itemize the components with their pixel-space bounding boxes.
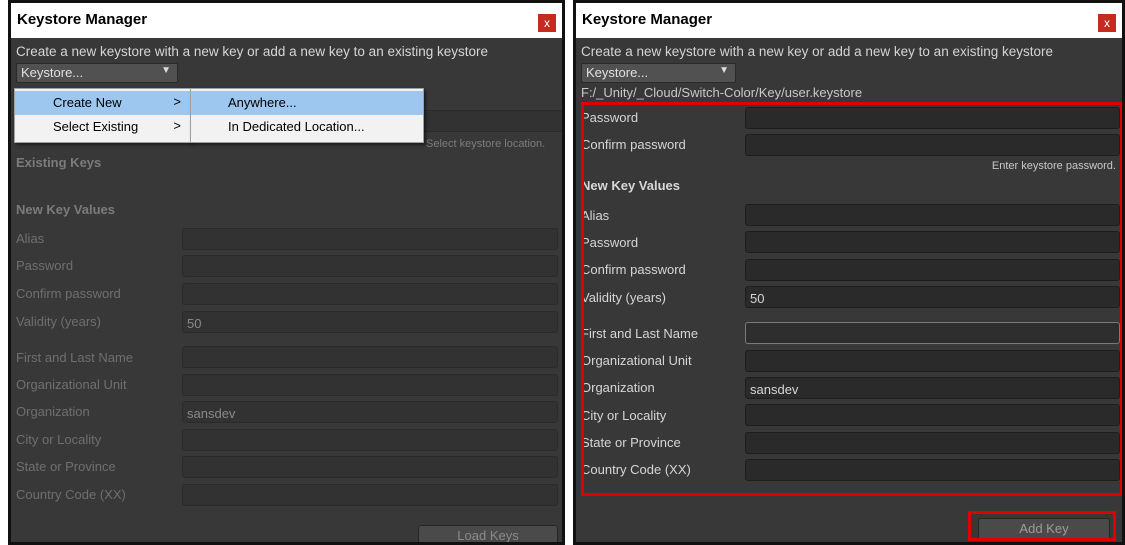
left-org-unit-label: Organizational Unit xyxy=(16,377,127,392)
left-organization-label: Organization xyxy=(16,404,90,419)
left-confirm-password-label: Confirm password xyxy=(16,286,121,301)
left-keystore-dropdown[interactable]: Keystore... ▼ xyxy=(16,63,178,83)
left-title-bar: Keystore Manager x xyxy=(11,3,562,38)
left-country-field[interactable] xyxy=(182,484,558,506)
load-keys-button[interactable]: Load Keys xyxy=(418,525,558,542)
left-path-hint: Select keystore location. xyxy=(426,138,546,150)
chevron-right-icon: > xyxy=(173,94,181,109)
menu-item-select-existing[interactable]: Select Existing > xyxy=(15,115,191,139)
keystore-path-text: F:/_Unity/_Cloud/Switch-Color/Key/user.k… xyxy=(581,85,863,100)
right-keystore-dropdown-label: Keystore... xyxy=(586,65,649,80)
menu-item-create-new-label: Create New xyxy=(53,95,122,110)
chevron-down-icon: ▼ xyxy=(719,65,729,76)
left-new-key-values-heading: New Key Values xyxy=(16,202,115,217)
left-first-last-field[interactable] xyxy=(182,346,558,368)
left-password-field[interactable] xyxy=(182,255,558,277)
submenu-item-dedicated-location-label: In Dedicated Location... xyxy=(228,119,365,134)
left-close-button[interactable]: x xyxy=(538,14,556,32)
chevron-down-icon: ▼ xyxy=(161,65,171,76)
right-keystore-dropdown[interactable]: Keystore... ▼ xyxy=(581,63,736,83)
left-validity-field[interactable]: 50 xyxy=(182,311,558,333)
left-existing-keys-heading: Existing Keys xyxy=(16,155,102,170)
submenu-item-dedicated-location[interactable]: In Dedicated Location... xyxy=(191,115,423,139)
menu-item-create-new[interactable]: Create New > xyxy=(15,91,191,115)
right-title-bar: Keystore Manager x xyxy=(576,3,1122,38)
left-state-field[interactable] xyxy=(182,456,558,478)
left-city-label: City or Locality xyxy=(16,432,102,447)
left-confirm-password-field[interactable] xyxy=(182,283,558,305)
right-window-title: Keystore Manager xyxy=(582,11,713,28)
submenu-item-anywhere-label: Anywhere... xyxy=(228,95,297,110)
left-organization-field[interactable]: sansdev xyxy=(182,401,558,423)
left-validity-label: Validity (years) xyxy=(16,314,102,329)
create-new-submenu: Anywhere... In Dedicated Location... xyxy=(190,88,424,143)
menu-item-select-existing-label: Select Existing xyxy=(53,119,139,134)
right-keystore-window: Keystore Manager x Create a new keystore… xyxy=(573,0,1125,545)
left-city-field[interactable] xyxy=(182,429,558,451)
chevron-right-icon: > xyxy=(173,118,181,133)
left-first-last-label: First and Last Name xyxy=(16,350,134,365)
left-header-text: Create a new keystore with a new key or … xyxy=(16,44,488,59)
left-keystore-dropdown-label: Keystore... xyxy=(21,65,84,80)
left-alias-label: Alias xyxy=(16,231,45,246)
left-org-unit-field[interactable] xyxy=(182,374,558,396)
right-close-button[interactable]: x xyxy=(1098,14,1116,32)
key-fields-highlight-box xyxy=(581,102,1122,496)
left-alias-field[interactable] xyxy=(182,228,558,250)
left-country-label: Country Code (XX) xyxy=(16,487,126,502)
left-state-label: State or Province xyxy=(16,459,116,474)
add-key-highlight-box xyxy=(968,511,1116,541)
left-keystore-window: Keystore Manager x Create a new keystore… xyxy=(8,0,565,545)
right-header-text: Create a new keystore with a new key or … xyxy=(581,44,1053,59)
left-window-title: Keystore Manager xyxy=(17,11,148,28)
left-password-label: Password xyxy=(16,258,74,273)
submenu-item-anywhere[interactable]: Anywhere... xyxy=(191,91,423,115)
keystore-menu: Create New > Select Existing > xyxy=(14,88,192,143)
